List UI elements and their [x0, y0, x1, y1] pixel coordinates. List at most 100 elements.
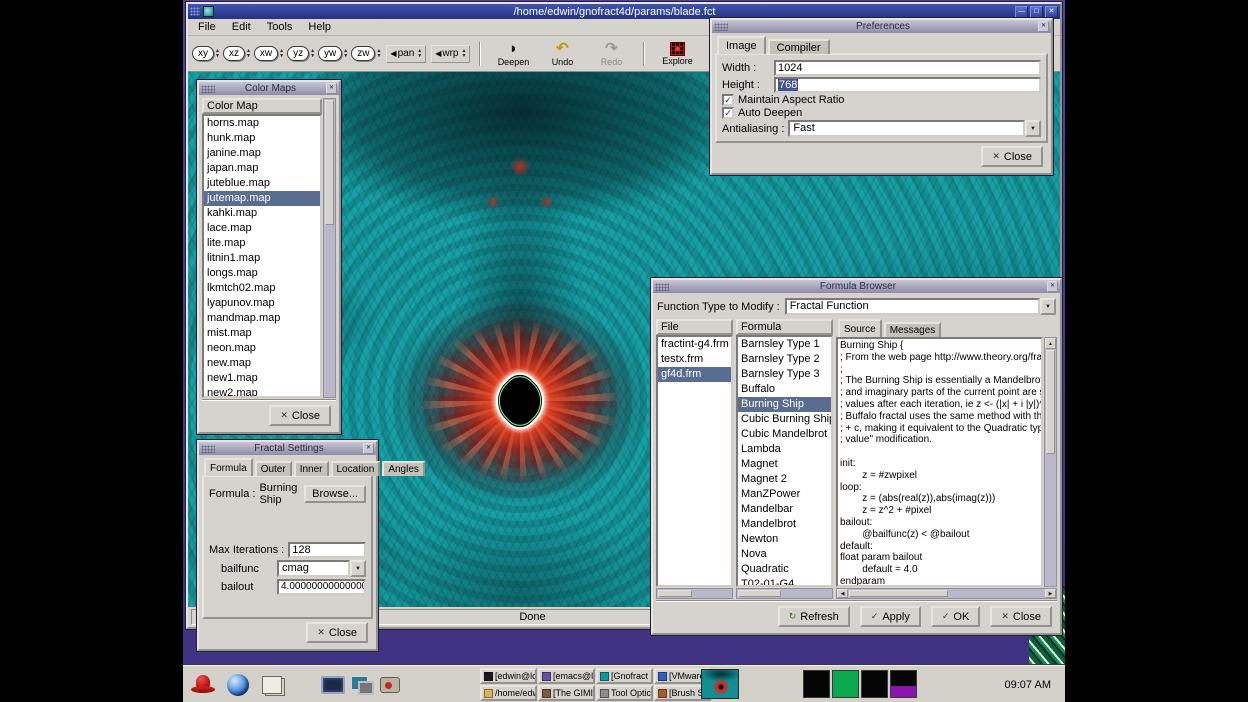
rotate-xw-label[interactable]: xw — [254, 46, 278, 61]
spinner-down-icon[interactable]: ▼ — [343, 54, 348, 58]
tab-outer[interactable]: Outer — [255, 461, 292, 476]
documents-launcher[interactable] — [257, 670, 287, 699]
color-maps-titlebar[interactable]: Color Maps ✕ — [199, 82, 339, 95]
close-icon[interactable]: ✕ — [326, 83, 337, 94]
formula-item[interactable]: Newton — [738, 532, 831, 547]
source-view[interactable]: Burning Ship { ; From the web page http:… — [836, 337, 1043, 587]
spinner-down-icon[interactable]: ▼ — [215, 54, 220, 58]
rotate-xw-control[interactable]: xw ▲▼ — [254, 46, 284, 61]
window-icon[interactable] — [203, 6, 214, 17]
tab-formula[interactable]: Formula — [204, 458, 253, 476]
rotate-yw-label[interactable]: yw — [318, 46, 342, 61]
formula-item[interactable]: Mandelbrot — [738, 517, 831, 532]
spinner-down-icon[interactable]: ▼ — [462, 54, 467, 58]
task-button-emacs[interactable]: [emacs@l — [538, 668, 595, 684]
colormap-item[interactable]: longs.map — [204, 266, 320, 281]
rotate-xy-spinner[interactable]: ▲▼ — [215, 49, 220, 58]
colormap-item[interactable]: lyapunov.map — [204, 296, 320, 311]
formula-item[interactable]: ManZPower — [738, 487, 831, 502]
spinner-down-icon[interactable]: ▼ — [417, 54, 422, 58]
pager-desktop-2[interactable] — [832, 670, 859, 698]
colormap-item[interactable]: litnin1.map — [204, 251, 320, 266]
task-button-tool-options[interactable]: Tool Optic — [596, 685, 653, 701]
explore-button[interactable]: Explore — [654, 41, 700, 66]
apply-button[interactable]: ✓ Apply — [860, 606, 921, 627]
chevron-down-icon[interactable]: ▼ — [1025, 120, 1041, 137]
scroll-left-icon[interactable]: ◀ — [837, 589, 848, 598]
fractal-thumbnail[interactable] — [701, 669, 739, 699]
close-icon[interactable]: ✕ — [363, 443, 374, 454]
preferences-titlebar[interactable]: Preferences ✕ — [712, 20, 1051, 33]
colormap-item[interactable]: lite.map — [204, 236, 320, 251]
warp-control[interactable]: ◀ wrp ▲▼ — [431, 45, 470, 63]
colormap-item[interactable]: japan.map — [204, 161, 320, 176]
close-icon[interactable]: ✕ — [1045, 6, 1058, 18]
menu-tools[interactable]: Tools — [259, 20, 301, 34]
function-type-select[interactable]: Fractal Function ▼ — [785, 298, 1056, 315]
colormap-item[interactable]: neon.map — [204, 341, 320, 356]
terminal-launcher[interactable] — [318, 670, 348, 699]
formula-item[interactable]: Barnsley Type 1 — [738, 337, 831, 352]
tab-angles[interactable]: Angles — [382, 461, 425, 476]
rotate-xz-spinner[interactable]: ▲▼ — [246, 49, 251, 58]
formula-item[interactable]: Cubic Burning Ship — [738, 412, 831, 427]
colormap-item[interactable]: new.map — [204, 356, 320, 371]
formula-item[interactable]: Mandelbar — [738, 502, 831, 517]
browser-launcher[interactable] — [223, 670, 253, 699]
pan-control[interactable]: ◀ pan ▲▼ — [386, 45, 426, 63]
menu-help[interactable]: Help — [300, 20, 339, 34]
tab-source[interactable]: Source — [838, 319, 882, 337]
scrollbar-thumb[interactable] — [1046, 350, 1055, 454]
rotate-xw-spinner[interactable]: ▲▼ — [279, 49, 284, 58]
task-button-home[interactable]: /home/edw — [480, 685, 537, 701]
spinner-down-icon[interactable]: ▼ — [310, 54, 315, 58]
paint-launcher[interactable] — [375, 670, 405, 699]
antialiasing-select[interactable]: Fast ▼ — [788, 120, 1041, 137]
task-button-terminal[interactable]: [edwin@lc — [480, 668, 537, 684]
bailout-input[interactable]: 4.00000000000000000 — [277, 579, 366, 595]
rotate-yz-spinner[interactable]: ▲▼ — [310, 49, 315, 58]
file-item[interactable]: fractint-g4.frm — [658, 337, 731, 352]
colormap-item[interactable]: hunk.map — [204, 131, 320, 146]
file-column-header[interactable]: File — [656, 319, 733, 335]
scroll-right-icon[interactable]: ▶ — [1045, 589, 1056, 598]
warp-left-icon[interactable]: ◀ — [435, 49, 441, 58]
scrollbar-thumb[interactable] — [325, 100, 334, 225]
formula-browser-titlebar[interactable]: Formula Browser ✕ — [653, 280, 1060, 293]
colormap-item[interactable]: mandmap.map — [204, 311, 320, 326]
close-icon[interactable]: ✕ — [1047, 281, 1058, 292]
formula-item[interactable]: Barnsley Type 3 — [738, 367, 831, 382]
bailfunc-select[interactable]: cmag ▼ — [277, 560, 366, 577]
tab-messages[interactable]: Messages — [884, 322, 942, 337]
colormap-item[interactable]: new1.map — [204, 371, 320, 386]
colormap-item[interactable]: lkmtch02.map — [204, 281, 320, 296]
rotate-yw-spinner[interactable]: ▲▼ — [343, 49, 348, 58]
display-launcher[interactable] — [347, 670, 377, 699]
colormap-item[interactable]: lace.map — [204, 221, 320, 236]
main-titlebar[interactable]: /home/edwin/gnofract4d/params/blade.fct … — [188, 4, 1060, 19]
pager-desktop-1[interactable] — [803, 670, 830, 698]
warp-spinner[interactable]: ▲▼ — [462, 49, 467, 58]
tab-inner[interactable]: Inner — [294, 461, 329, 476]
main-menu-button[interactable] — [188, 670, 218, 699]
scroll-up-icon[interactable]: ▲ — [1045, 338, 1056, 349]
max-iterations-input[interactable]: 128 — [288, 542, 366, 558]
formula-list-hscrollbar[interactable] — [736, 588, 833, 599]
pager-desktop-4[interactable] — [890, 670, 917, 698]
deepen-button[interactable]: ◗ Deepen — [490, 40, 536, 67]
colormap-scrollbar[interactable] — [323, 98, 336, 398]
formula-item[interactable]: T02-01-G4 — [738, 577, 831, 587]
formula-item[interactable]: Nova — [738, 547, 831, 562]
spinner-down-icon[interactable]: ▼ — [279, 54, 284, 58]
rotate-xy-label[interactable]: xy — [192, 46, 214, 61]
formula-item[interactable]: Magnet — [738, 457, 831, 472]
preferences-close-button[interactable]: ✕ Close — [981, 146, 1043, 167]
menu-edit[interactable]: Edit — [224, 20, 259, 34]
formula-close-button[interactable]: ✕ Close — [990, 606, 1052, 627]
colormap-item-selected[interactable]: jutemap.map — [204, 191, 320, 206]
redo-button[interactable]: ↷ Redo — [588, 40, 634, 67]
refresh-button[interactable]: ↻ Refresh — [778, 606, 850, 627]
rotate-yw-control[interactable]: yw ▲▼ — [318, 46, 348, 61]
auto-deepen-checkbox[interactable]: ✓ — [722, 107, 734, 119]
tab-location[interactable]: Location — [331, 461, 381, 476]
